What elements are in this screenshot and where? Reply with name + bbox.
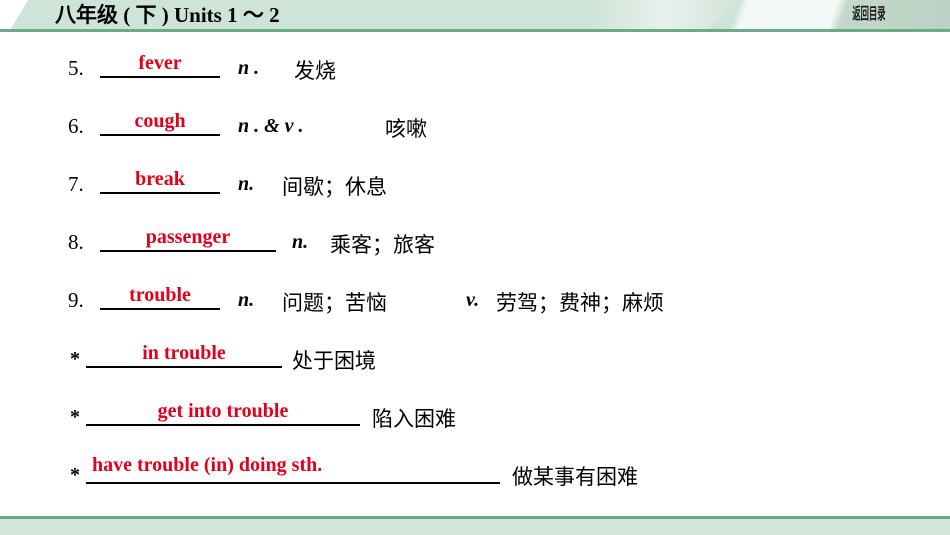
entry-marker: 9. xyxy=(68,288,84,312)
entry-marker: 8. xyxy=(68,230,84,254)
part-of-speech: n. xyxy=(238,289,255,311)
answer-blank[interactable]: have trouble (in) doing sth. xyxy=(86,454,500,484)
chinese-meaning: 处于困境 xyxy=(292,349,376,373)
vocabulary-list: 5. fever n . 发烧 6. cough n . & v . 咳嗽 7.… xyxy=(0,36,950,512)
part-of-speech: n. xyxy=(292,231,309,253)
answer-blank[interactable]: fever xyxy=(100,50,220,78)
answer-blank[interactable]: break xyxy=(100,166,220,194)
chinese-meaning: 发烧 xyxy=(294,59,336,83)
entry-marker: 7. xyxy=(68,172,84,196)
part-of-speech-secondary: v. xyxy=(466,289,480,311)
chinese-meaning: 问题；苦恼 xyxy=(282,291,387,315)
answer-word: trouble xyxy=(129,284,191,306)
entry-marker: 6. xyxy=(68,114,84,138)
answer-blank[interactable]: get into trouble xyxy=(86,398,360,426)
page-title: 八年级 ( 下 ) Units 1 ～ 2 xyxy=(55,3,280,27)
answer-word: in trouble xyxy=(142,342,226,364)
back-to-contents-button[interactable]: 返回目录 xyxy=(852,3,886,26)
part-of-speech: n. xyxy=(238,173,255,195)
header-band-right-accent xyxy=(708,0,950,30)
chinese-meaning: 间歇；休息 xyxy=(282,175,387,199)
answer-blank[interactable]: in trouble xyxy=(86,340,282,368)
answer-word: have trouble (in) doing sth. xyxy=(92,454,323,476)
chinese-meaning-secondary: 劳驾；费神；麻烦 xyxy=(496,291,664,315)
chinese-meaning: 乘客；旅客 xyxy=(330,233,435,257)
answer-blank[interactable]: cough xyxy=(100,108,220,136)
answer-blank[interactable]: trouble xyxy=(100,282,220,310)
entry-marker: * xyxy=(70,348,80,370)
page-header: 八年级 ( 下 ) Units 1 ～ 2 返回目录 xyxy=(0,0,950,30)
part-of-speech: n . xyxy=(238,57,260,79)
answer-word: passenger xyxy=(145,226,231,248)
answer-blank[interactable]: passenger xyxy=(100,224,276,252)
chinese-meaning: 咳嗽 xyxy=(385,117,427,141)
answer-word: cough xyxy=(134,110,186,132)
entry-marker: * xyxy=(70,464,80,486)
entry-marker: 5. xyxy=(68,56,84,80)
footer-band xyxy=(0,519,950,535)
chinese-meaning: 陷入困难 xyxy=(372,407,456,431)
header-divider xyxy=(0,29,950,32)
answer-word: break xyxy=(135,168,185,190)
answer-word: get into trouble xyxy=(157,400,289,422)
chinese-meaning: 做某事有困难 xyxy=(512,465,638,489)
answer-word: fever xyxy=(138,52,182,74)
entry-marker: * xyxy=(70,406,80,428)
part-of-speech: n . & v . xyxy=(238,115,304,137)
